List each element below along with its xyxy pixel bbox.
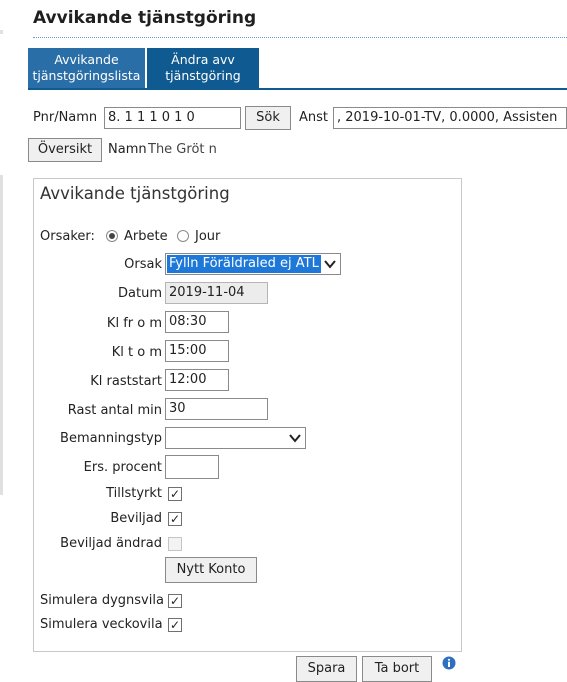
beviljad-andrad-label: Beviljad ändrad [60, 536, 162, 551]
beviljad-checkbox[interactable]: ✓ [168, 512, 182, 526]
klfrom-label: Kl fr o m [106, 316, 162, 331]
veckovila-label: Simulera veckovila [40, 617, 163, 632]
orsaker-label: Orsaker: [40, 229, 95, 244]
chevron-down-icon [324, 260, 336, 269]
kltom-input[interactable]: 15:00 [165, 340, 229, 362]
beviljad-andrad-checkbox [168, 537, 182, 551]
bemanning-select[interactable] [165, 427, 306, 449]
form-title: Avvikande tjänstgöring [40, 184, 230, 203]
orsak-selected-value: Fylln Föräldraled ej ATL [167, 255, 321, 273]
rast-min-input[interactable]: 30 [165, 398, 268, 420]
radio-jour-label: Jour [195, 229, 221, 244]
window-edge-mark [0, 30, 3, 34]
oversikt-button[interactable]: Översikt [28, 138, 102, 162]
ta-bort-button[interactable]: Ta bort [362, 656, 432, 682]
namn-value: The Gröt n [148, 142, 217, 157]
datum-label: Datum [118, 286, 162, 301]
radio-jour[interactable] [177, 230, 189, 242]
pnr-label: Pnr/Namn [33, 110, 98, 125]
nytt-konto-button[interactable]: Nytt Konto [165, 557, 257, 583]
tab-label-line2: tjänstgöring [165, 68, 241, 83]
anst-field[interactable]: , 2019-10-01-TV, 0.0000, Assisten [333, 107, 567, 129]
orsak-label: Orsak [124, 257, 162, 272]
ers-input[interactable] [165, 455, 219, 479]
dygnsvila-label: Simulera dygnsvila [40, 593, 164, 608]
info-icon[interactable] [442, 656, 456, 670]
anst-label: Anst [299, 110, 329, 125]
chevron-down-icon [289, 434, 301, 443]
klfrom-input[interactable]: 08:30 [165, 311, 229, 333]
rast-min-label: Rast antal min [67, 403, 162, 418]
tab-label-line1: Ändra avv [171, 52, 235, 67]
tillstyrkt-label: Tillstyrkt [106, 486, 162, 501]
page-title: Avvikande tjänstgöring [33, 8, 257, 28]
tab-avvikande-lista[interactable]: Avvikande tjänstgöringslista [28, 48, 145, 88]
dygnsvila-checkbox[interactable]: ✓ [168, 594, 182, 608]
raststart-input[interactable]: 12:00 [165, 369, 229, 391]
tab-label-line2: tjänstgöringslista [32, 68, 141, 83]
beviljad-label: Beviljad [110, 511, 162, 526]
spara-button[interactable]: Spara [296, 656, 357, 682]
search-button[interactable]: Sök [245, 106, 291, 130]
raststart-label: Kl raststart [90, 374, 162, 389]
window-edge-bar [0, 175, 3, 495]
tab-andra-avv[interactable]: Ändra avv tjänstgöring [147, 48, 259, 88]
tab-label-line1: Avvikande [54, 52, 119, 67]
radio-arbete-label: Arbete [124, 229, 168, 244]
veckovila-checkbox[interactable]: ✓ [168, 618, 182, 632]
kltom-label: Kl t o m [111, 345, 162, 360]
tillstyrkt-checkbox[interactable]: ✓ [168, 487, 182, 501]
pnr-input[interactable]: 8. 1 1 1 0 1 0 [104, 107, 241, 129]
title-divider [33, 37, 567, 38]
orsak-select[interactable]: Fylln Föräldraled ej ATL [165, 253, 341, 275]
tab-underline [28, 88, 567, 90]
namn-label: Namn [108, 142, 147, 157]
ers-label: Ers. procent [83, 460, 162, 475]
bemanning-label: Bemanningstyp [60, 431, 162, 446]
radio-arbete[interactable] [106, 230, 118, 242]
datum-field: 2019-11-04 [165, 282, 268, 304]
